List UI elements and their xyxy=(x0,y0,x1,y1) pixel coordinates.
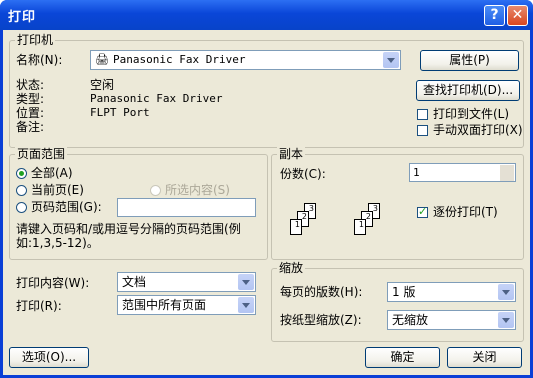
range-pages-radio[interactable] xyxy=(16,202,27,213)
spin-down-icon[interactable] xyxy=(500,173,514,181)
print-what-value: 文档 xyxy=(122,275,147,289)
chevron-down-icon[interactable] xyxy=(238,274,254,290)
range-hint-line1: 请键入页码和/或用逗号分隔的页码范围(例 xyxy=(16,222,241,236)
printer-name-select[interactable]: 🖨 Panasonic Fax Driver xyxy=(90,50,401,70)
pages-per-sheet-select[interactable]: 1 版 xyxy=(387,282,516,302)
print-what-select[interactable]: 文档 xyxy=(117,272,256,292)
where-label: 位置: xyxy=(16,106,45,120)
dialog-body: 打印机 名称(N): 🖨 Panasonic Fax Driver 属性(P) … xyxy=(3,30,530,375)
range-current-radio[interactable] xyxy=(16,185,27,196)
print-to-file-checkbox[interactable] xyxy=(417,109,428,120)
chevron-down-icon[interactable] xyxy=(383,52,399,68)
chevron-down-icon[interactable] xyxy=(238,297,254,313)
status-value: 空闲 xyxy=(90,78,115,92)
find-printer-button[interactable]: 查找打印机(D)... xyxy=(416,80,520,101)
scale-select[interactable]: 无缩放 xyxy=(387,310,516,330)
page-icon: 1 xyxy=(354,219,366,235)
zoom-group-label: 缩放 xyxy=(277,261,306,275)
pages-per-sheet-label: 每页的版数(H): xyxy=(280,285,363,299)
page-icon: 1 xyxy=(290,219,302,235)
type-label: 类型: xyxy=(16,92,45,106)
range-pages-label[interactable]: 页码范围(G): xyxy=(31,200,102,214)
copies-count-value: 1 xyxy=(413,166,420,179)
range-hint-line2: 如:1,3,5-12)。 xyxy=(16,236,99,250)
printer-name-value: Panasonic Fax Driver xyxy=(113,53,246,66)
range-all-radio[interactable] xyxy=(16,168,27,179)
range-current-label[interactable]: 当前页(E) xyxy=(31,183,84,197)
chevron-down-icon[interactable] xyxy=(498,284,514,300)
dialog-title: 打印 xyxy=(8,10,37,25)
print-what-label: 打印内容(W): xyxy=(16,276,90,290)
where-value: FLPT Port xyxy=(90,106,150,119)
printer-group-label: 打印机 xyxy=(15,33,56,47)
copies-count-input[interactable]: 1 xyxy=(409,163,516,182)
scale-value: 无缩放 xyxy=(392,313,429,327)
print-value: 范围中所有页面 xyxy=(122,298,207,312)
collate-label[interactable]: 逐份打印(T) xyxy=(433,205,498,219)
collate-checkbox[interactable] xyxy=(417,205,428,218)
manual-duplex-label[interactable]: 手动双面打印(X) xyxy=(433,123,523,137)
zoom-group: 缩放 xyxy=(271,261,524,342)
copies-count-label: 份数(C): xyxy=(280,167,326,181)
printer-icon: 🖨 xyxy=(95,53,109,66)
manual-duplex-checkbox[interactable] xyxy=(417,125,428,136)
range-selection-label: 所选内容(S) xyxy=(165,183,230,197)
pages-per-sheet-value: 1 版 xyxy=(392,285,416,299)
copies-group-label: 副本 xyxy=(277,147,306,161)
comment-label: 备注: xyxy=(16,120,45,134)
print-dialog: 打印 ? ✕ 打印机 名称(N): 🖨 Panasonic Fax Driver… xyxy=(0,0,533,378)
properties-button[interactable]: 属性(P) xyxy=(420,50,519,71)
print-label: 打印(R): xyxy=(16,299,62,313)
status-label: 状态: xyxy=(16,78,45,92)
options-button[interactable]: 选项(O)... xyxy=(9,347,89,368)
scale-label: 按纸型缩放(Z): xyxy=(280,313,362,327)
chevron-down-icon[interactable] xyxy=(498,312,514,328)
close-window-button[interactable]: ✕ xyxy=(507,5,528,26)
range-all-label[interactable]: 全部(A) xyxy=(31,166,73,180)
close-button[interactable]: 关闭 xyxy=(447,347,522,368)
range-selection-radio xyxy=(150,185,161,196)
print-to-file-label[interactable]: 打印到文件(L) xyxy=(433,107,509,121)
print-select[interactable]: 范围中所有页面 xyxy=(117,295,256,315)
printer-name-label: 名称(N): xyxy=(16,53,63,67)
help-button[interactable]: ? xyxy=(484,5,505,26)
page-range-group-label: 页面范围 xyxy=(15,147,68,161)
page-range-input[interactable] xyxy=(117,198,256,217)
ok-button[interactable]: 确定 xyxy=(365,347,440,368)
type-value: Panasonic Fax Driver xyxy=(90,92,223,105)
spin-up-icon[interactable] xyxy=(500,165,514,173)
title-bar[interactable]: 打印 ? ✕ xyxy=(0,0,533,30)
